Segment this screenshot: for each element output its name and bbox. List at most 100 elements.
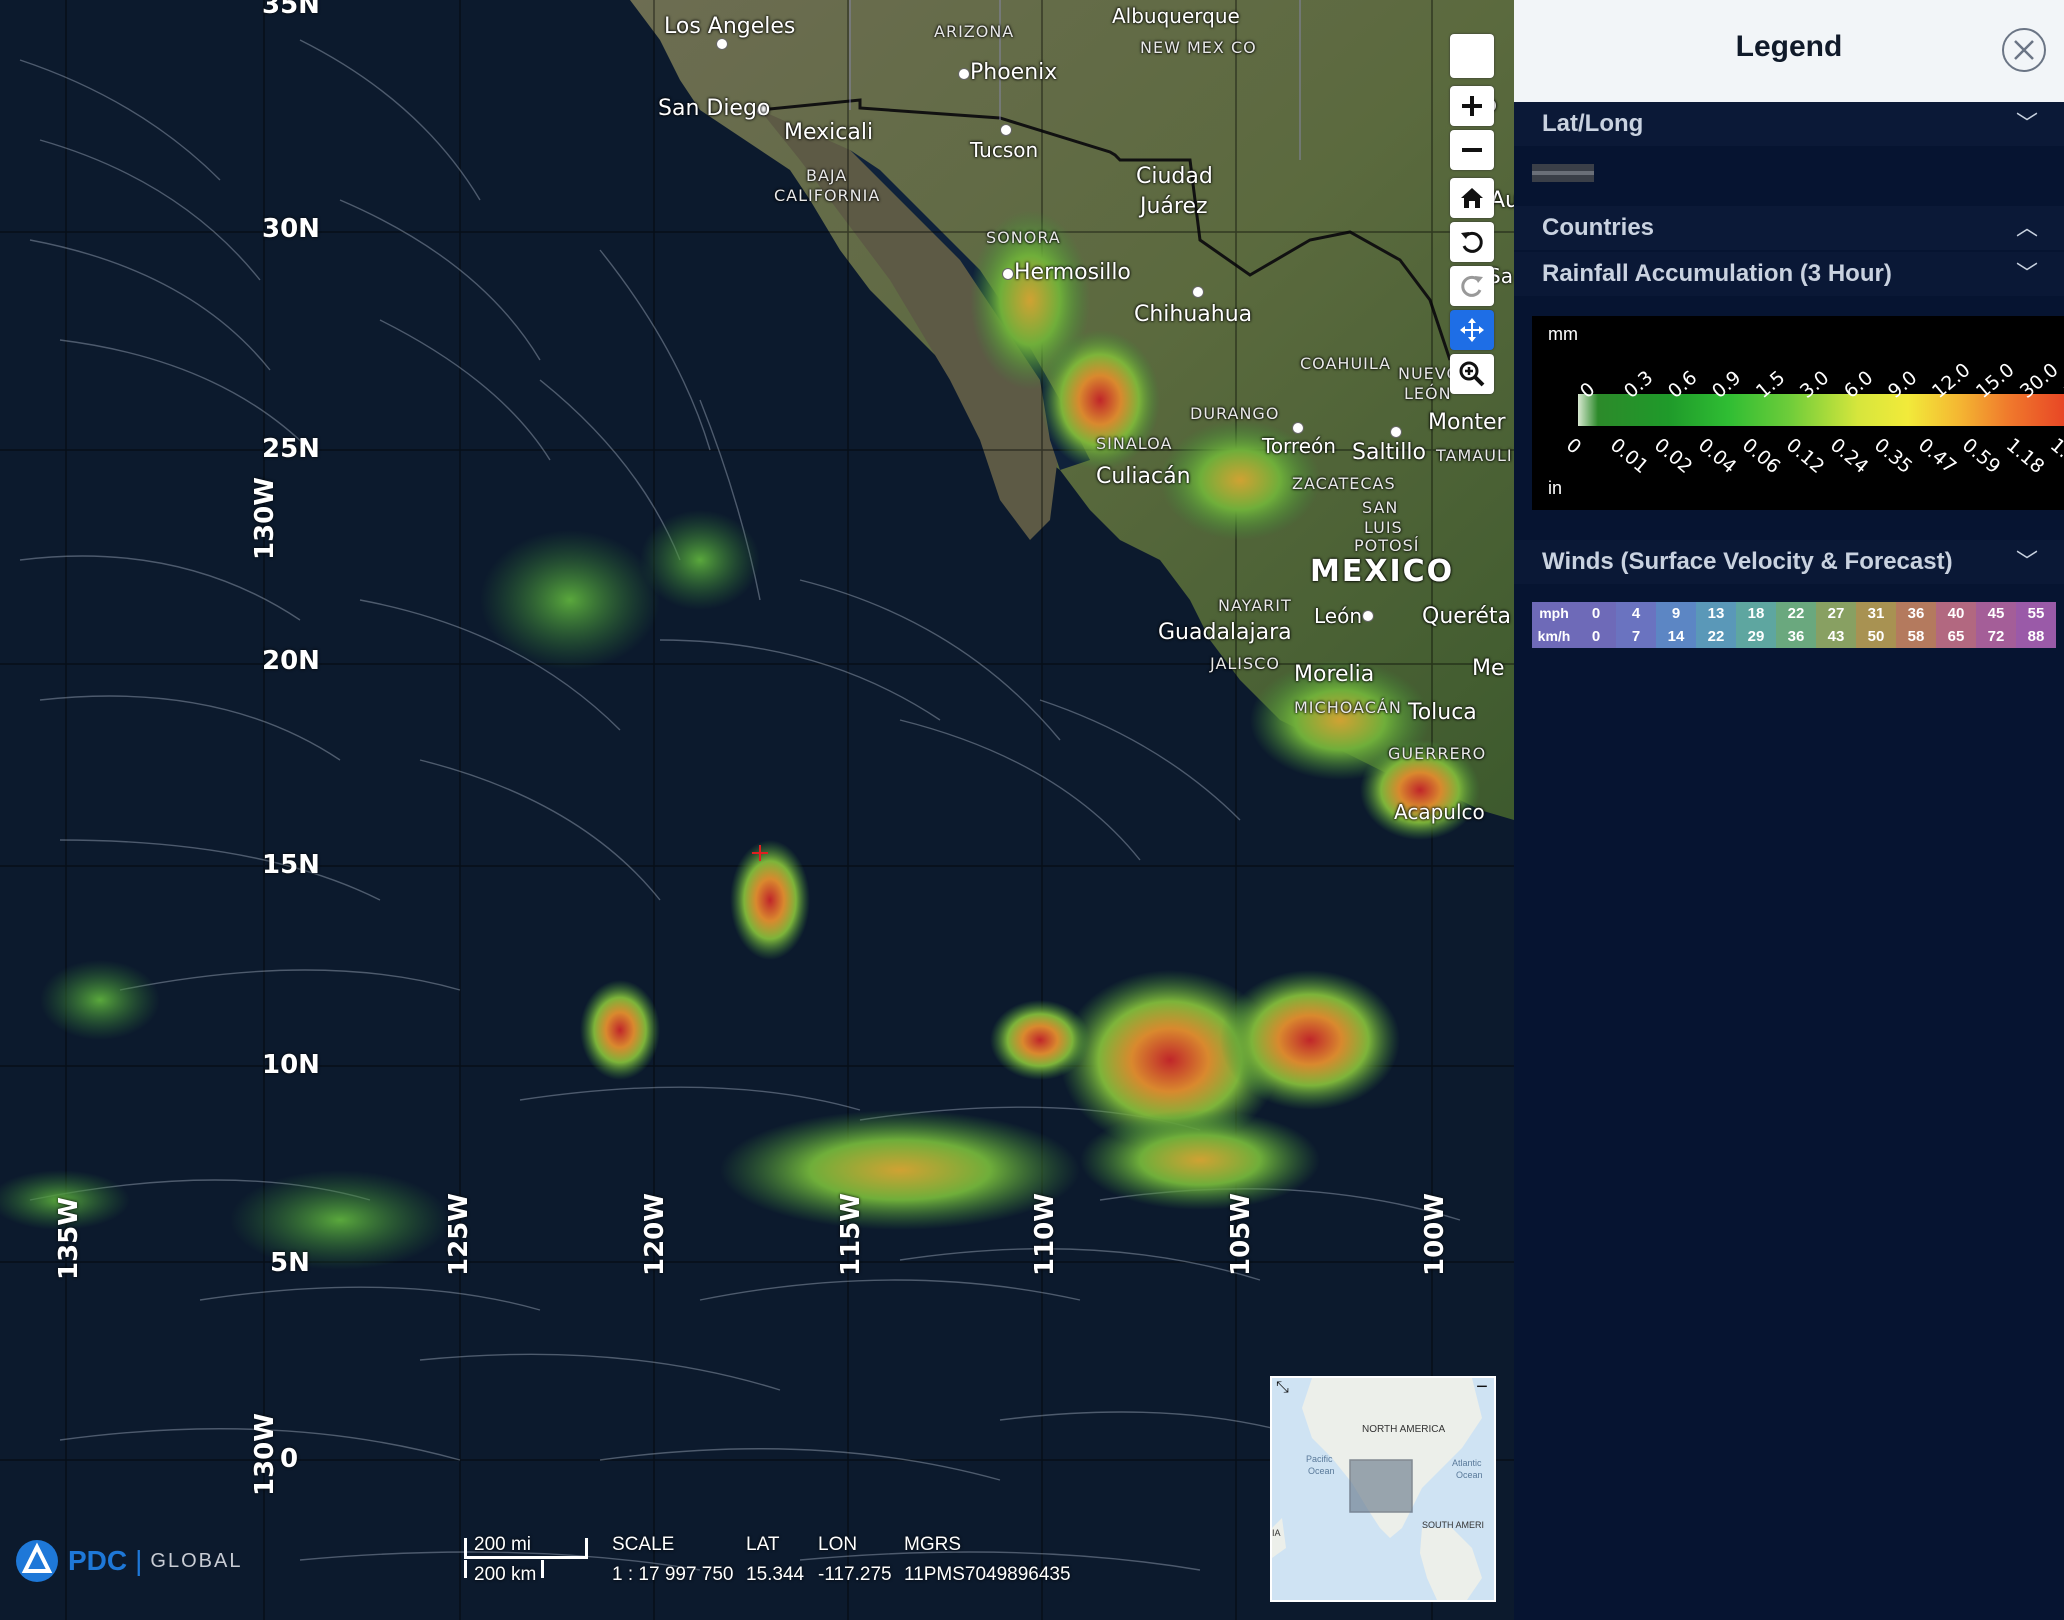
- overview-expand-icon[interactable]: ⤡: [1276, 1380, 1292, 1396]
- rain-in-tick: 0.04: [1693, 434, 1741, 479]
- scale-mi-label: 200 mi: [474, 1534, 532, 1555]
- undo-icon: [1461, 231, 1483, 253]
- undo-extent-button[interactable]: [1450, 222, 1494, 262]
- wind-mph-value: 0: [1576, 602, 1616, 625]
- mgrs-value: 11PMS7049896435: [904, 1564, 1071, 1585]
- place-michoacan: MICHOACÁN: [1294, 698, 1402, 717]
- map-toolbar: [1450, 34, 1494, 398]
- rain-in-tick: 0.12: [1781, 434, 1829, 479]
- place-phoenix: Phoenix: [970, 60, 1058, 85]
- city-marker: [958, 68, 970, 80]
- countries-label: Countries: [1542, 214, 1655, 241]
- lon-value: -117.275: [818, 1564, 892, 1585]
- city-marker: [716, 38, 728, 50]
- home-icon: [1461, 188, 1483, 208]
- wind-kmh-value: 36: [1776, 625, 1816, 648]
- city-marker: [1390, 426, 1402, 438]
- lat-label-0: 0: [280, 1444, 299, 1474]
- chevron-down-icon: ﹀: [2015, 111, 2038, 136]
- chevron-down-icon: ﹀: [2015, 261, 2038, 286]
- lat-label-30n: 30N: [262, 214, 320, 244]
- legend-section-rainfall[interactable]: Rainfall Accumulation (3 Hour) ﹀: [1514, 252, 2064, 296]
- overview-map[interactable]: NORTH AMERICA Pacific Ocean Atlantic Oce…: [1270, 1376, 1496, 1602]
- place-guadalajara: Guadalajara: [1158, 620, 1292, 645]
- home-button[interactable]: [1450, 178, 1494, 218]
- city-marker: [1192, 286, 1204, 298]
- zoom-out-button[interactable]: [1450, 130, 1494, 170]
- overview-pacific: Pacific: [1306, 1454, 1333, 1464]
- place-culiacan: Culiacán: [1096, 464, 1191, 489]
- rain-unit-in: in: [1548, 478, 1563, 498]
- wind-speed-scale: mph km/h 0 0 4 7 9 14 13 22 18 29 22 36 27 43 31 50 36 58…: [1532, 602, 2064, 648]
- place-san-diego: San Diego: [658, 96, 771, 121]
- lon-label-110w: 110W: [1030, 1193, 1060, 1276]
- place-mexico: MEXICO: [1310, 554, 1455, 589]
- logo-brand: PDC: [68, 1545, 128, 1576]
- rain-unit-mm: mm: [1548, 324, 1578, 344]
- place-coahuila: COAHUILA: [1300, 354, 1392, 373]
- rainfall-label: Rainfall Accumulation (3 Hour): [1542, 260, 1892, 287]
- pdc-logo-icon: [16, 1540, 58, 1582]
- lat-label-20n: 20N: [262, 646, 320, 676]
- wind-kmh-value: 43: [1816, 625, 1856, 648]
- place-sonora: SONORA: [986, 228, 1061, 247]
- place-me: Me: [1472, 656, 1505, 681]
- lat-header: LAT: [746, 1534, 780, 1555]
- place-sinaloa: SINALOA: [1096, 434, 1173, 453]
- move-icon: [1460, 318, 1484, 342]
- wind-mph-value: 31: [1856, 602, 1896, 625]
- zoom-in-button[interactable]: [1450, 86, 1494, 126]
- wind-mph-value: 13: [1696, 602, 1736, 625]
- redo-extent-button[interactable]: [1450, 266, 1494, 306]
- place-mexicali: Mexicali: [784, 120, 874, 145]
- place-durango: DURANGO: [1190, 404, 1280, 423]
- place-hermosillo: Hermosillo: [1014, 260, 1131, 285]
- place-albuquerque: Albuquerque: [1112, 4, 1240, 28]
- logo-sub: GLOBAL: [150, 1549, 243, 1572]
- wind-kmh-value: 65: [1936, 625, 1976, 648]
- overview-ia: IA: [1272, 1528, 1281, 1538]
- rain-in-tick: 0: [1561, 434, 1586, 459]
- pan-button[interactable]: [1450, 310, 1494, 350]
- chevron-up-icon: ︿: [2015, 215, 2038, 240]
- lat-label-5n: 5N: [270, 1248, 310, 1278]
- wind-kmh-label: km/h: [1532, 625, 1576, 648]
- place-luis: LUIS: [1364, 518, 1403, 537]
- lat-value: 15.344: [746, 1564, 805, 1585]
- latlong-swatch: [1532, 164, 1594, 182]
- plus-icon: [1462, 96, 1482, 116]
- rain-in-tick: 1.46: [2045, 434, 2064, 479]
- legend-section-winds[interactable]: Winds (Surface Velocity & Forecast) ﹀: [1514, 540, 2064, 584]
- overview-basemap: [1272, 1378, 1494, 1600]
- wind-kmh-value: 14: [1656, 625, 1696, 648]
- legend-close-button[interactable]: [2002, 28, 2046, 72]
- place-monterrey: Monter: [1428, 410, 1506, 435]
- rain-in-tick: 0.59: [1957, 434, 2005, 479]
- zoom-box-button[interactable]: [1450, 354, 1494, 394]
- wind-kmh-value: 7: [1616, 625, 1656, 648]
- wind-mph-value: 4: [1616, 602, 1656, 625]
- place-torreon: Torreón: [1262, 434, 1336, 458]
- winds-label: Winds (Surface Velocity & Forecast): [1542, 548, 1953, 575]
- lon-label-135w: 135W: [54, 1197, 84, 1280]
- overview-north-america: NORTH AMERICA: [1362, 1424, 1446, 1435]
- place-los-angeles: Los Angeles: [664, 14, 796, 39]
- place-baja: BAJA: [806, 166, 848, 185]
- lon-label-115w: 115W: [836, 1193, 866, 1276]
- wind-mph-value: 36: [1896, 602, 1936, 625]
- place-jalisco: JALISCO: [1210, 654, 1280, 673]
- rain-gradient-bar: [1578, 394, 2064, 426]
- wind-mph-value: 22: [1776, 602, 1816, 625]
- close-icon: [2014, 40, 2034, 60]
- blank-tool-button[interactable]: [1450, 34, 1494, 78]
- legend-section-latlong[interactable]: Lat/Long ﹀: [1514, 102, 2064, 146]
- magnifier-plus-icon: [1459, 361, 1485, 387]
- logo-divider: |: [135, 1545, 143, 1576]
- redo-icon: [1461, 275, 1483, 297]
- overview-collapse-icon[interactable]: −: [1474, 1378, 1490, 1397]
- legend-panel: Legend Lat/Long ﹀ Countries ︿ Rainfall A…: [1514, 0, 2064, 1620]
- city-marker: [1000, 124, 1012, 136]
- legend-section-countries[interactable]: Countries ︿: [1514, 206, 2064, 250]
- wind-mph-value: 27: [1816, 602, 1856, 625]
- map-view[interactable]: 35N 30N 25N 20N 15N 10N 5N 0 135W 125W 1…: [0, 0, 1514, 1620]
